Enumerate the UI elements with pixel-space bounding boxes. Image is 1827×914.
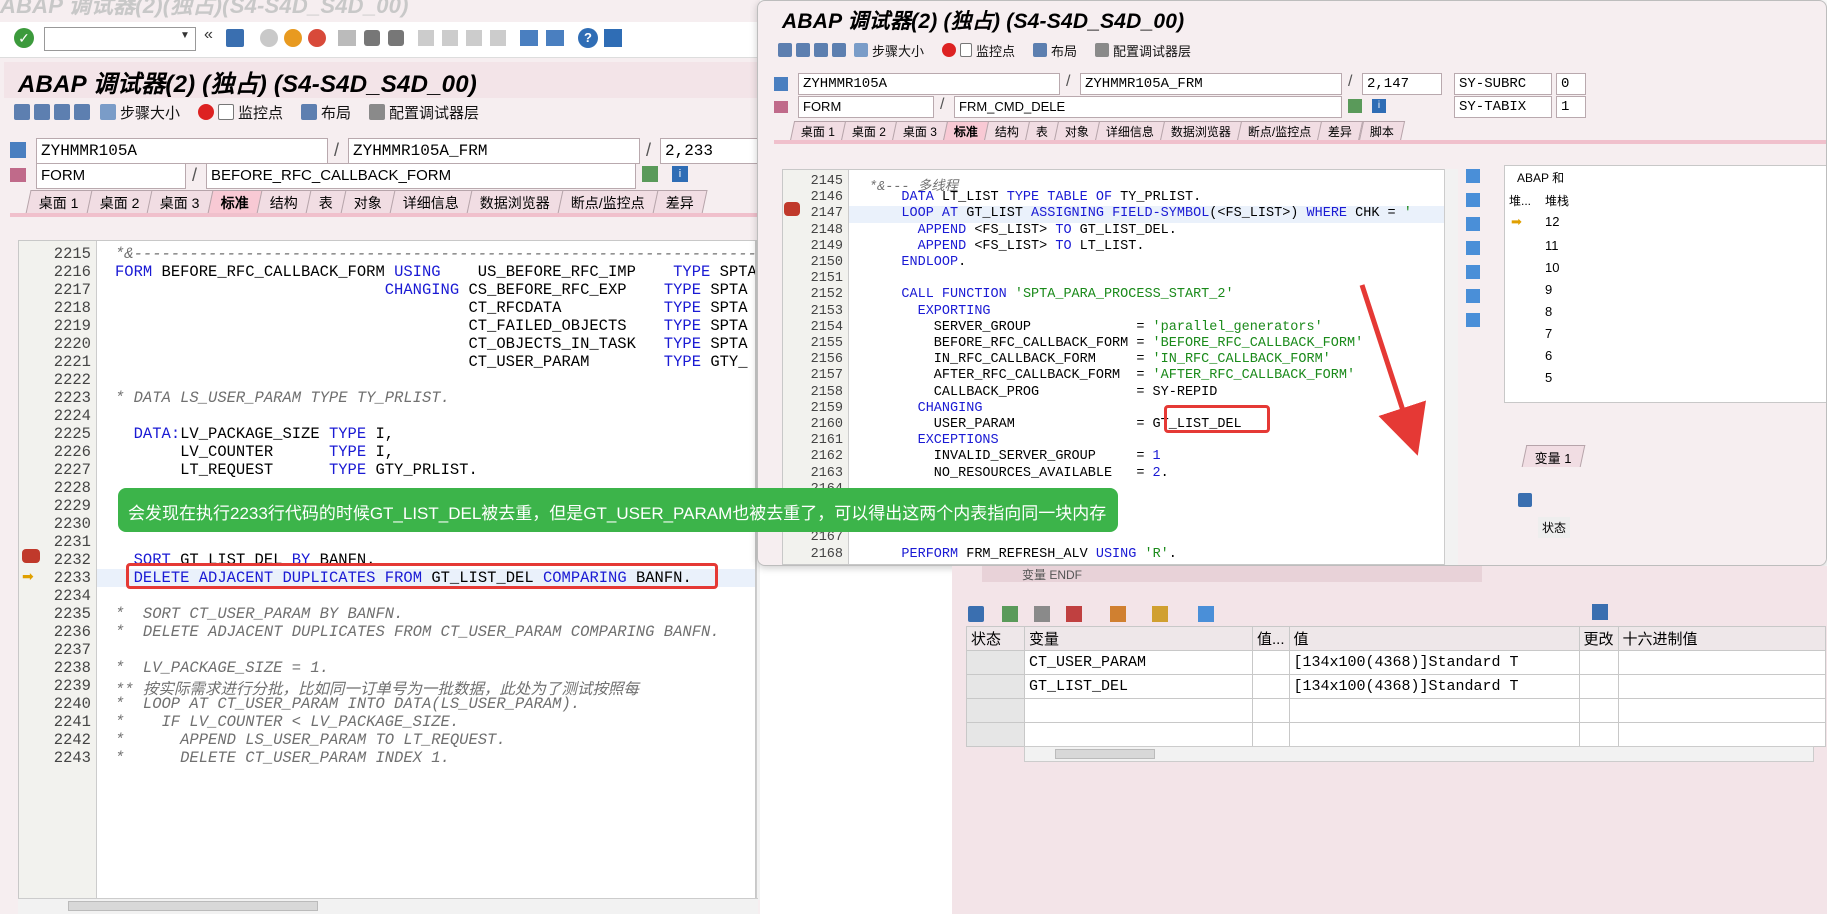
col-header-change: 更改: [1578, 626, 1619, 651]
change-cell: [1578, 722, 1619, 747]
table-horizontal-scrollbar[interactable]: [1024, 746, 1814, 762]
annotation-text: 会发现在执行2233行代码的时候GT_LIST_DEL被去重，但是GT_USER…: [128, 504, 1107, 523]
row-status: [966, 698, 1025, 723]
tool-icon[interactable]: [1152, 606, 1168, 622]
variable-value[interactable]: [1288, 722, 1580, 747]
col-header-value-short: 值...: [1252, 626, 1290, 651]
change-cell: [1578, 650, 1619, 675]
variables-panel: 变量 ENDF 状态 变量 值... 值 更改 十六进制值 CT_USER_PA…: [952, 566, 1827, 914]
delete-icon[interactable]: [968, 606, 984, 622]
tool-icon[interactable]: [1002, 606, 1018, 622]
variable-name[interactable]: [1024, 722, 1253, 747]
table-row[interactable]: [966, 698, 1827, 723]
behind-tab-strip: 变量 ENDF: [982, 566, 1482, 582]
behind-tab-label: 变量 ENDF: [1022, 568, 1083, 582]
tool-icon[interactable]: [1198, 606, 1214, 622]
table-row[interactable]: [966, 722, 1827, 747]
variables-table: 状态 变量 值... 值 更改 十六进制值 CT_USER_PARAM [134…: [966, 626, 1827, 747]
table-row[interactable]: CT_USER_PARAM [134x100(4368)]Standard T: [966, 650, 1827, 675]
variable-name[interactable]: CT_USER_PARAM: [1024, 650, 1253, 675]
annotation-bubble: 会发现在执行2233行代码的时候GT_LIST_DEL被去重，但是GT_USER…: [118, 488, 1118, 532]
value-short: [1252, 722, 1290, 747]
variable-name[interactable]: [1024, 698, 1253, 723]
tool-icon[interactable]: [1110, 606, 1126, 622]
hex-cell: [1617, 698, 1827, 723]
tool-icon[interactable]: [1034, 606, 1050, 622]
change-cell: [1578, 674, 1619, 699]
col-header-hex: 十六进制值: [1617, 626, 1827, 651]
variable-value[interactable]: [134x100(4368)]Standard T: [1288, 674, 1580, 699]
row-status: [966, 650, 1025, 675]
row-status: [966, 674, 1025, 699]
table-row[interactable]: GT_LIST_DEL [134x100(4368)]Standard T: [966, 674, 1827, 699]
scroll-thumb[interactable]: [1055, 749, 1155, 759]
col-header-variable: 变量: [1024, 626, 1253, 651]
variable-value[interactable]: [1288, 698, 1580, 723]
col-header-status: 状态: [966, 626, 1025, 651]
row-status: [966, 722, 1025, 747]
value-short: [1252, 674, 1290, 699]
value-short: [1252, 650, 1290, 675]
tool-icon[interactable]: [1066, 606, 1082, 622]
save-icon[interactable]: [1592, 604, 1608, 620]
value-short: [1252, 698, 1290, 723]
col-header-value: 值: [1288, 626, 1580, 651]
hex-cell: [1617, 722, 1827, 747]
variable-value[interactable]: [134x100(4368)]Standard T: [1288, 650, 1580, 675]
hex-cell: [1617, 674, 1827, 699]
variable-name[interactable]: GT_LIST_DEL: [1024, 674, 1253, 699]
change-cell: [1578, 698, 1619, 723]
hex-cell: [1617, 650, 1827, 675]
